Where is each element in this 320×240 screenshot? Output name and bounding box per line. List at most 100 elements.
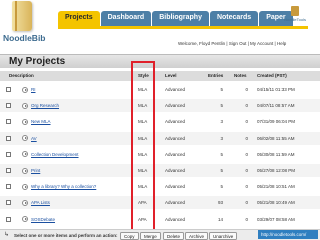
level-cell: Advanced (165, 151, 186, 157)
table-row[interactable]: AV MLA Advanced 3 0 06/02/08 11:55 AM (0, 131, 320, 145)
table-row[interactable]: Org Research MLA Advanced 5 0 04/07/11 08:57 … (0, 99, 320, 113)
notes-cell: 0 (245, 184, 248, 190)
created-cell: 04/15/11 01:33 PM (257, 87, 295, 92)
tab-projects[interactable]: Projects (58, 11, 100, 26)
open-project-icon[interactable] (22, 86, 28, 93)
level-cell: Advanced (165, 200, 186, 206)
column-entries[interactable]: Entries (208, 73, 223, 78)
created-cell: 06/02/08 11:55 AM (257, 135, 295, 141)
book-icon (12, 1, 32, 31)
style-column-highlight (131, 61, 155, 233)
action-label: Select one or more items and perform an … (14, 232, 118, 238)
level-cell: Advanced (165, 103, 186, 109)
created-cell: 03/29/07 08:58 AM (257, 216, 295, 222)
tab-notecards[interactable]: Notecards (209, 11, 259, 26)
notes-cell: 0 (245, 119, 248, 125)
open-project-icon[interactable] (22, 216, 28, 223)
table-row[interactable]: APA Lists APA Advanced 93 0 05/21/08 10:49 AM (0, 196, 320, 210)
column-notes[interactable]: Notes (234, 73, 247, 78)
project-link[interactable]: SOSDebate (31, 217, 55, 222)
created-cell: 05/30/08 11:59 AM (257, 151, 295, 157)
level-cell: Advanced (165, 216, 186, 222)
created-cell: 05/21/08 10:49 AM (257, 200, 295, 206)
column-level[interactable]: Level (165, 73, 177, 78)
logo-text: NoodleBib (3, 33, 46, 43)
table-row[interactable]: New MLA MLA Advanced 3 0 07/31/09 06:04 PM (0, 115, 320, 128)
row-checkbox[interactable] (6, 87, 11, 92)
row-checkbox[interactable] (6, 135, 11, 141)
created-cell: 07/31/09 06:04 PM (257, 119, 296, 125)
tab-bibliography[interactable]: Bibliography (152, 11, 209, 26)
level-cell: Advanced (165, 168, 186, 173)
noodletools-logo-text: NoodleTools (283, 17, 306, 22)
open-project-icon[interactable] (22, 167, 28, 174)
notes-cell: 0 (245, 200, 248, 206)
created-cell: 05/21/08 10:51 AM (257, 184, 295, 190)
level-cell: Advanced (165, 184, 186, 190)
created-cell: 05/27/08 12:08 PM (257, 168, 296, 173)
unarchive-button[interactable]: Unarchive (209, 231, 238, 240)
column-description[interactable]: Description (9, 73, 34, 78)
open-project-icon[interactable] (22, 183, 28, 190)
noodletools-icon (291, 6, 299, 16)
level-cell: Advanced (165, 135, 186, 141)
row-checkbox[interactable] (6, 200, 11, 206)
open-project-icon[interactable] (22, 118, 28, 125)
table-row[interactable]: Collection Development MLA Advanced 5 0 05/30… (0, 148, 320, 161)
project-link[interactable]: New MLA (31, 119, 51, 124)
account-links[interactable]: Welcome, Floyd Pentlin | Sign Out | My A… (178, 41, 286, 46)
page-title: My Projects (9, 56, 66, 67)
project-link[interactable]: Org Research (31, 103, 59, 108)
noodlebib-logo[interactable]: NoodleBib (3, 1, 46, 47)
project-link[interactable]: Collection Development (31, 152, 79, 157)
project-link[interactable]: Why a library? Why a collection? (31, 184, 96, 189)
open-project-icon[interactable] (22, 199, 28, 206)
table-header: Description Style Level Entries Notes Cr… (0, 71, 320, 81)
open-project-icon[interactable] (22, 102, 28, 109)
entries-cell: 14 (217, 216, 223, 222)
level-cell: Advanced (165, 119, 186, 125)
project-link[interactable]: AV (31, 136, 37, 141)
notes-cell: 0 (245, 216, 248, 222)
table-row[interactable]: Why a library? Why a collection? MLA Advan… (0, 180, 320, 193)
entries-cell: 5 (220, 184, 223, 190)
notes-cell: 0 (245, 103, 248, 109)
notes-cell: 0 (245, 151, 248, 157)
created-cell: 04/07/11 08:57 AM (257, 103, 295, 109)
row-checkbox[interactable] (6, 151, 11, 157)
entries-cell: 5 (220, 168, 223, 173)
project-link[interactable]: Print (31, 168, 40, 173)
nav-underline (58, 26, 308, 29)
select-arrow-icon: ↳ (4, 232, 10, 238)
open-project-icon[interactable] (22, 135, 28, 142)
url-badge: http://noodletools.com/ (258, 230, 318, 239)
row-checkbox[interactable] (6, 216, 11, 222)
tab-dashboard[interactable]: Dashboard (100, 11, 152, 26)
copy-button[interactable]: Copy (120, 231, 139, 240)
row-checkbox[interactable] (6, 119, 11, 125)
noodletools-logo[interactable]: NoodleTools (280, 6, 310, 22)
notes-cell: 0 (245, 168, 248, 173)
table-row[interactable]: RI MLA Advanced 5 0 04/15/11 01:33 PM (0, 83, 320, 96)
notes-cell: 0 (245, 135, 248, 141)
entries-cell: 5 (220, 151, 223, 157)
row-checkbox[interactable] (6, 184, 11, 190)
delete-button[interactable]: Delete (163, 231, 185, 240)
entries-cell: 3 (220, 119, 223, 125)
open-project-icon[interactable] (22, 151, 28, 158)
entries-cell: 5 (220, 87, 223, 92)
page-title-bar: My Projects (0, 54, 320, 68)
column-created[interactable]: Created (PST) (257, 73, 287, 78)
main-nav-tabs: Projects Dashboard Bibliography Notecard… (58, 11, 294, 26)
entries-cell: 5 (220, 103, 223, 109)
notes-cell: 0 (245, 87, 248, 92)
merge-button[interactable]: Merge (140, 231, 161, 240)
table-row[interactable]: Print MLA Advanced 5 0 05/27/08 12:08 PM (0, 164, 320, 177)
entries-cell: 93 (217, 200, 223, 206)
row-checkbox[interactable] (6, 168, 11, 173)
table-row[interactable]: SOSDebate APA Advanced 14 0 03/29/07 08:58 AM (0, 213, 320, 226)
project-link[interactable]: APA Lists (31, 200, 50, 205)
row-checkbox[interactable] (6, 103, 11, 109)
project-link[interactable]: RI (31, 87, 36, 92)
archive-button[interactable]: Archive (185, 231, 209, 240)
